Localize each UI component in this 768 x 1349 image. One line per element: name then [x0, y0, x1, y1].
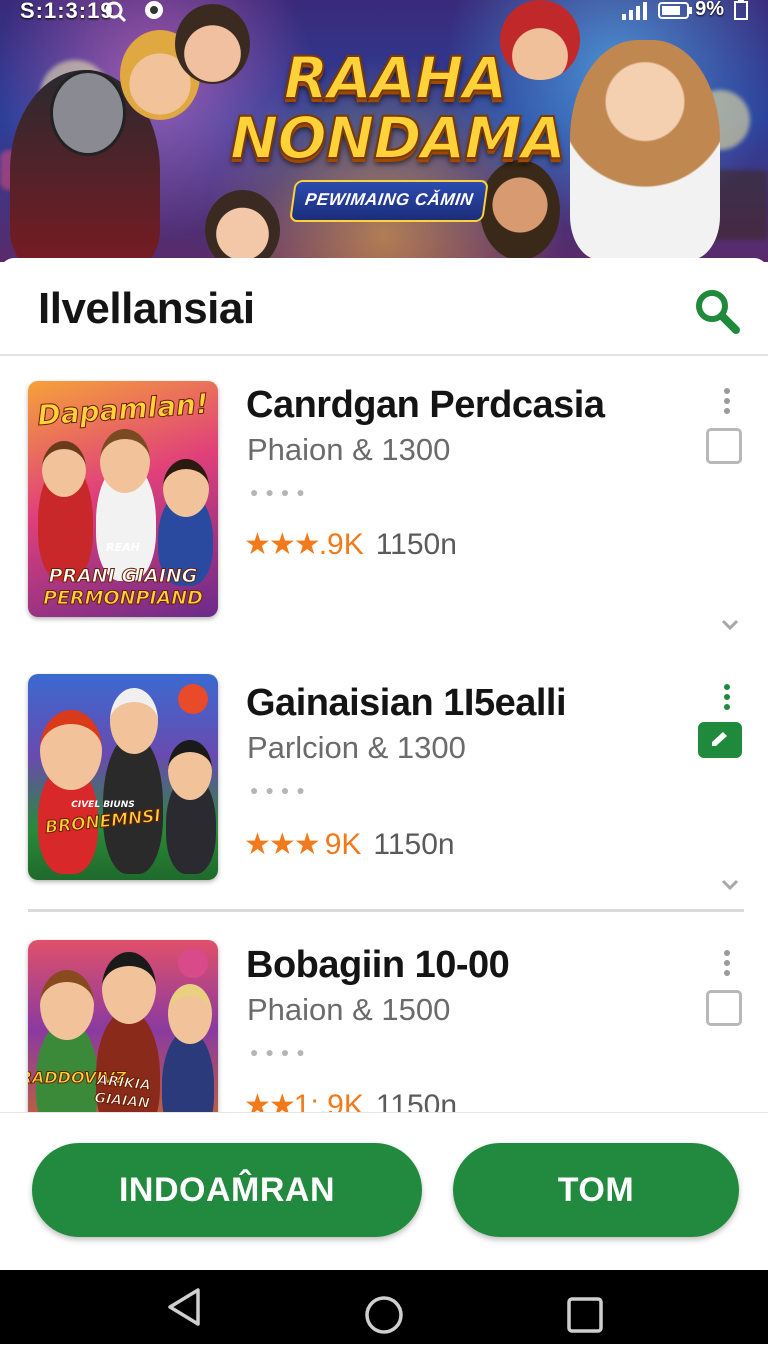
item-rating: ★★★ 9K 1150n — [244, 827, 455, 862]
rating-stars: ★★ — [244, 1089, 296, 1114]
banner-ribbon: PEWIMAING CǍMIN — [289, 180, 489, 222]
battery-icon — [658, 0, 692, 26]
item-subtitle: Parlcion & 1300 — [247, 730, 466, 765]
item-dots: ●●●● — [250, 782, 312, 798]
kebab-menu-icon[interactable] — [716, 388, 738, 416]
banner-character-face — [50, 70, 126, 156]
item-thumbnail[interactable]: Dapamlan! REAH PRANI GIAING PERMONPIAND — [28, 381, 218, 617]
rating-stars: ★★★ — [244, 828, 321, 861]
thumbnail-title-bottom1: PRANI GIAING — [48, 565, 198, 588]
status-bar: S:1:3:19 9% — [0, 0, 768, 30]
banner-title-line2: NONDAMA — [229, 104, 567, 172]
item-dots: ●●●● — [250, 1044, 312, 1060]
item-meta: 1150n — [373, 828, 455, 861]
thumbnail-title-bottom2: PERMONPIAND — [43, 587, 204, 610]
search-status-icon — [104, 0, 128, 30]
list-item[interactable]: Dapamlan! REAH PRANI GIAING PERMONPIAND … — [0, 356, 768, 646]
item-thumbnail[interactable]: CIVEL BIUNS BRONEMNSI — [28, 674, 218, 880]
notification-status-icon — [142, 0, 166, 30]
system-nav-bar — [0, 1270, 768, 1344]
banner-character-woman — [570, 40, 720, 260]
rating-count: 1:.9K — [293, 1089, 364, 1114]
banner-character-man — [480, 160, 560, 260]
item-checkbox[interactable] — [706, 428, 742, 464]
game-list[interactable]: Dapamlan! REAH PRANI GIAING PERMONPIAND … — [0, 356, 768, 1114]
back-nav-button[interactable] — [144, 1270, 224, 1344]
thumbnail-tag: REAH — [106, 541, 140, 554]
chevron-down-icon[interactable] — [720, 618, 740, 632]
banner-character-girl — [205, 190, 280, 262]
edit-icon — [712, 732, 727, 746]
item-meta: 1150n — [375, 528, 457, 561]
battery-percent: 9% — [695, 0, 724, 20]
rating-stars: ★★★ — [244, 528, 321, 561]
item-subtitle: Phaion & 1500 — [247, 992, 451, 1027]
secondary-action-button[interactable]: TOM — [453, 1143, 739, 1237]
search-button[interactable] — [692, 286, 744, 338]
list-divider — [28, 909, 744, 912]
kebab-menu-icon[interactable] — [716, 684, 738, 712]
list-item[interactable]: CIVEL BIUNS BRONEMNSI Gainaisian 1I5eall… — [0, 656, 768, 906]
list-header: Ilvellansiai — [0, 258, 768, 356]
home-nav-icon — [365, 1296, 403, 1334]
battery-outline-icon — [734, 0, 748, 26]
list-item[interactable]: RADDOVIVZ ARIKIA GIAIAN Bobagiin 10-00 P… — [0, 916, 768, 1114]
item-subtitle: Phaion & 1300 — [247, 432, 451, 467]
thumbnail-title-top: Dapamlan! — [36, 387, 210, 433]
chevron-down-icon[interactable] — [720, 878, 740, 892]
recents-nav-button[interactable] — [545, 1270, 625, 1344]
item-meta: 1150n — [375, 1089, 458, 1114]
search-icon — [696, 290, 740, 334]
item-thumbnail[interactable]: RADDOVIVZ ARIKIA GIAIAN — [28, 940, 218, 1114]
promo-banner[interactable]: S:1:3:19 9% RAAHA NONDAMA PEWIMAING CǍMI… — [0, 0, 768, 262]
banner-title-line1: RAAHA — [283, 44, 509, 112]
item-rating: ★★★.9K 1150n — [244, 527, 457, 562]
signal-icon — [622, 0, 648, 26]
primary-action-button[interactable]: INDOAM̂RAN — [32, 1143, 422, 1237]
rating-count: 9K — [324, 828, 362, 861]
back-nav-icon — [168, 1288, 200, 1326]
item-checkbox-checked[interactable] — [698, 722, 742, 758]
item-dots: ●●●● — [250, 484, 312, 500]
item-title[interactable]: Bobagiin 10-00 — [246, 944, 510, 987]
recents-nav-icon — [567, 1297, 603, 1333]
rating-count: .9K — [318, 528, 364, 561]
home-nav-button[interactable] — [344, 1270, 424, 1344]
status-time: S:1:3:19 — [20, 0, 114, 23]
item-title[interactable]: Gainaisian 1I5ealli — [246, 682, 567, 725]
item-rating: ★★1:.9K 1150n — [244, 1088, 457, 1114]
kebab-menu-icon[interactable] — [716, 950, 738, 978]
item-checkbox[interactable] — [706, 990, 742, 1026]
item-title[interactable]: Canrdgan Perdcasia — [246, 384, 605, 427]
page-title: Ilvellansiai — [38, 284, 255, 333]
